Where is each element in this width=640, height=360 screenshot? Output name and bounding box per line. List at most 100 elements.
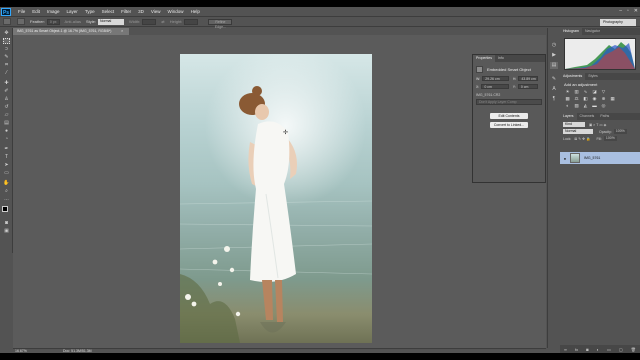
marquee-preset-icon[interactable] — [3, 18, 11, 25]
tab-navigator[interactable]: Navigator — [582, 28, 603, 35]
convert-to-linked-button[interactable]: Convert to Linked... — [490, 122, 528, 128]
fx-icon[interactable]: fx — [575, 347, 578, 352]
minimize-icon[interactable]: – — [619, 8, 622, 14]
selective-color-icon[interactable]: ◎ — [600, 103, 607, 109]
pen-tool-icon[interactable]: ✒ — [3, 146, 10, 152]
document-close-icon[interactable]: × — [121, 28, 123, 33]
marquee-tool-icon[interactable] — [3, 38, 10, 44]
zoom-tool-icon[interactable]: ⌕ — [3, 188, 10, 194]
close-icon[interactable]: ✕ — [634, 8, 638, 14]
color-lookup-icon[interactable]: ▦ — [609, 96, 616, 102]
healing-brush-tool-icon[interactable]: ✚ — [3, 80, 10, 86]
foreground-color-swatch[interactable] — [2, 206, 8, 212]
refine-edge-button[interactable]: Refine Edge... — [208, 18, 233, 29]
lasso-tool-icon[interactable]: ↄ — [3, 46, 10, 52]
brightness-contrast-icon[interactable]: ☀ — [564, 89, 571, 95]
vibrance-icon[interactable]: ▽ — [600, 89, 607, 95]
menu-3d[interactable]: 3D — [138, 9, 144, 14]
edit-contents-button[interactable]: Edit Contents — [490, 113, 528, 119]
menu-view[interactable]: View — [151, 9, 161, 14]
maximize-icon[interactable]: ▫ — [627, 8, 629, 14]
height-input[interactable] — [184, 18, 199, 25]
threshold-icon[interactable]: ◭ — [582, 103, 589, 109]
group-icon[interactable]: ▭ — [607, 347, 611, 352]
tab-info[interactable]: Info — [495, 55, 507, 62]
swap-icon[interactable]: ⇄ — [161, 19, 164, 24]
layer-comp-select[interactable]: Don't Apply Layer Comp — [476, 99, 542, 105]
menu-type[interactable]: Type — [85, 9, 95, 14]
brush-tool-icon[interactable]: ✐ — [3, 88, 10, 94]
document-tab[interactable]: IMG_5761 as Smart Object-1 @ 16.7% (IMG_… — [13, 28, 129, 35]
properties-icon[interactable]: ▤ — [550, 62, 558, 69]
tab-histogram[interactable]: Histogram — [560, 28, 582, 35]
menu-file[interactable]: File — [18, 9, 25, 14]
history-brush-tool-icon[interactable]: ↺ — [3, 104, 10, 110]
curves-icon[interactable]: ∿ — [582, 89, 589, 95]
posterize-icon[interactable]: ▧ — [573, 103, 580, 109]
photo-filter-icon[interactable]: ◉ — [591, 96, 598, 102]
layer-row[interactable]: ● IMG_5761 — [560, 152, 640, 164]
layer-kind-select[interactable]: Kind — [563, 122, 585, 127]
dodge-tool-icon[interactable]: ◔ — [3, 136, 10, 142]
width-field[interactable]: 29.26 cm — [482, 76, 509, 81]
crop-tool-icon[interactable]: ⌗ — [3, 62, 10, 68]
layer-name[interactable]: IMG_5761 — [584, 156, 600, 160]
menu-window[interactable]: Window — [168, 9, 184, 14]
actions-icon[interactable]: ▶ — [550, 52, 558, 59]
lock-icons[interactable]: ⊠ ✎ ✥ 🔒 — [574, 137, 590, 141]
more-tools-icon[interactable]: … — [3, 196, 10, 202]
shape-tool-icon[interactable]: ▭ — [3, 170, 10, 176]
channel-mixer-icon[interactable]: ⊕ — [600, 96, 607, 102]
character-icon[interactable]: A — [550, 86, 558, 93]
mask-icon[interactable]: ◙ — [586, 347, 588, 352]
filter-icons[interactable]: ▣ ◐ T ▭ ◈ — [589, 123, 606, 127]
gradient-map-icon[interactable]: ▬ — [591, 103, 598, 109]
path-selection-tool-icon[interactable]: ➤ — [3, 162, 10, 168]
fill-input[interactable]: 100% — [603, 136, 617, 141]
hand-tool-icon[interactable]: ✋ — [3, 180, 10, 186]
black-white-icon[interactable]: ◧ — [582, 96, 589, 102]
feather-input[interactable]: 0 px — [46, 18, 60, 25]
style-select[interactable]: Normal — [98, 18, 124, 25]
invert-icon[interactable]: ◐ — [564, 103, 571, 109]
document-photo[interactable] — [180, 54, 372, 343]
zoom-level[interactable]: 16.67% — [15, 349, 27, 353]
eraser-tool-icon[interactable]: ▱ — [3, 112, 10, 118]
y-field[interactable]: 0 cm — [517, 84, 538, 89]
clone-stamp-tool-icon[interactable]: ♙ — [3, 96, 10, 102]
hue-saturation-icon[interactable]: ▩ — [564, 96, 571, 102]
menu-help[interactable]: Help — [191, 9, 200, 14]
adjustment-layer-icon[interactable]: ◐ — [597, 347, 599, 352]
opacity-input[interactable]: 100% — [613, 129, 627, 134]
trash-icon[interactable]: 🗑 — [631, 347, 636, 352]
tab-adjustments[interactable]: Adjustments — [560, 73, 586, 80]
selection-mode-icon[interactable] — [17, 18, 25, 25]
menu-edit[interactable]: Edit — [32, 9, 40, 14]
doc-size[interactable]: Doc: 51.3M/51.3M — [63, 349, 92, 353]
history-icon[interactable]: ◷ — [550, 42, 558, 49]
visibility-eye-icon[interactable]: ● — [562, 156, 568, 161]
type-tool-icon[interactable]: T — [3, 154, 10, 160]
menu-select[interactable]: Select — [102, 9, 115, 14]
anti-alias-checkbox[interactable]: Anti-alias — [65, 19, 81, 24]
menu-filter[interactable]: Filter — [121, 9, 131, 14]
width-input[interactable] — [142, 18, 157, 25]
color-balance-icon[interactable]: ⚖ — [573, 96, 580, 102]
new-layer-icon[interactable]: ▢ — [619, 347, 623, 352]
paragraph-icon[interactable]: ¶ — [550, 96, 558, 103]
screen-mode-icon[interactable]: ▣ — [3, 228, 10, 234]
menu-image[interactable]: Image — [47, 9, 60, 14]
blur-tool-icon[interactable]: ● — [3, 128, 10, 134]
eyedropper-tool-icon[interactable]: ⁄ — [3, 70, 10, 76]
menu-layer[interactable]: Layer — [67, 9, 78, 14]
canvas-area[interactable]: ✢ — [13, 35, 546, 348]
move-tool-icon[interactable]: ✥ — [3, 30, 10, 36]
link-icon[interactable]: ∞ — [564, 347, 567, 352]
quick-select-tool-icon[interactable]: ✎ — [3, 54, 10, 60]
workspace-select[interactable]: Photography — [600, 19, 636, 26]
blend-mode-select[interactable]: Normal — [563, 129, 593, 134]
exposure-icon[interactable]: ◪ — [591, 89, 598, 95]
tab-channels[interactable]: Channels — [577, 113, 598, 120]
levels-icon[interactable]: ▥ — [573, 89, 580, 95]
x-field[interactable]: 0 cm — [481, 84, 509, 89]
